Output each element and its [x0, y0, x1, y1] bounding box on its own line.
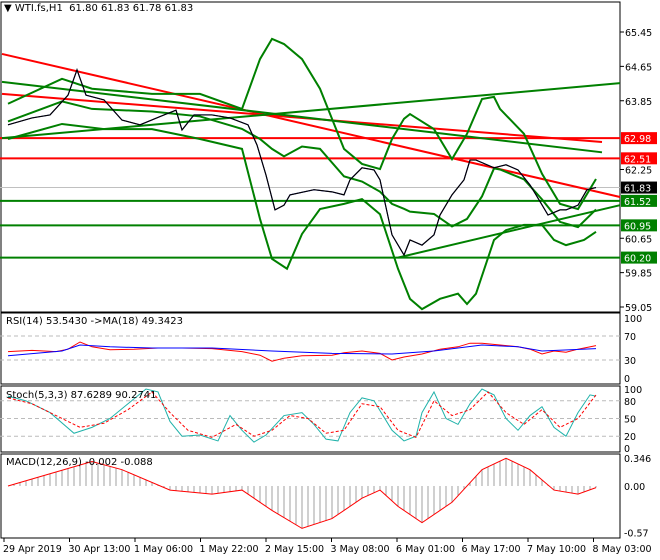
price-tick-label: 59.05	[625, 303, 652, 314]
price-line	[7, 68, 597, 257]
level-value: 61.52	[624, 197, 651, 208]
rsi-axis-label: 0	[624, 374, 630, 385]
time-tick-label: 6 May 17:00	[462, 544, 521, 555]
price-tick-label: 59.85	[625, 269, 652, 280]
support-trendline	[1, 82, 621, 140]
time-tick-label: 2 May 15:00	[265, 544, 324, 555]
collapse-triangle-icon[interactable]: ▼	[4, 3, 12, 14]
rsi-ma-line	[7, 344, 597, 357]
price-tick-label: 64.65	[625, 62, 652, 73]
time-tick-label: 3 May 08:00	[331, 544, 390, 555]
stoch-axis-label: 20	[624, 432, 636, 443]
time-tick-label: 8 May 03:00	[593, 544, 652, 555]
rsi-axis-label: 30	[624, 356, 636, 367]
macd-axis-label: 0.346	[624, 454, 651, 465]
chart-title: ▼ WTI.fs,H1 61.80 61.83 61.78 61.83	[4, 3, 193, 14]
stoch-axis-label: 50	[624, 415, 636, 426]
macd-axis-label: 0.00	[624, 482, 645, 493]
level-value: 60.95	[624, 221, 651, 232]
time-tick-label: 1 May 06:00	[134, 544, 193, 555]
rsi-axis-label: 70	[624, 332, 636, 343]
ohlc-values: 61.80 61.83 61.78 61.83	[69, 3, 194, 14]
stoch-axis-label: 80	[624, 397, 636, 408]
rsi-label: RSI(14) 53.5430 ->MA(18) 49.3423	[6, 316, 183, 327]
stoch-axis-label: 100	[624, 385, 642, 396]
time-tick-label: 1 May 22:00	[200, 544, 259, 555]
rsi-axis-label: 100	[624, 314, 642, 325]
bollinger-lower	[7, 122, 597, 311]
time-tick-label: 6 May 01:00	[396, 544, 455, 555]
stoch-label: Stoch(5,3,3) 87.6289 90.2741	[6, 390, 157, 401]
trading-chart-window: 65.45 64.65 63.85 62.25 60.65 59.85 59.05 62.98…	[0, 0, 660, 560]
panel-frame-0	[0, 1, 621, 313]
price-tick-label: 60.65	[625, 234, 652, 245]
symbol: WTI.fs,H1	[14, 3, 63, 14]
level-value: 62.98	[624, 134, 651, 145]
time-tick-label: 7 May 10:00	[527, 544, 586, 555]
price-tick-label: 62.25	[625, 166, 652, 177]
chart-canvas[interactable]: 65.45 64.65 63.85 62.25 60.65 59.85 59.05 62.98…	[0, 0, 660, 560]
price-tick-label: 65.45	[625, 28, 652, 39]
bollinger-middle	[7, 100, 597, 229]
level-value: 60.20	[624, 254, 651, 265]
level-value: 61.83	[624, 184, 651, 195]
rsi-line	[7, 341, 597, 362]
time-tick-label: 30 Apr 13:00	[69, 544, 131, 555]
time-tick-label: 29 Apr 2019	[3, 544, 62, 555]
macd-axis-label: -0.57	[624, 528, 649, 539]
macd-label: MACD(12,26,9) -0.002 -0.088	[6, 457, 153, 468]
level-value: 62.51	[624, 154, 651, 165]
price-tick-label: 63.85	[625, 97, 652, 108]
